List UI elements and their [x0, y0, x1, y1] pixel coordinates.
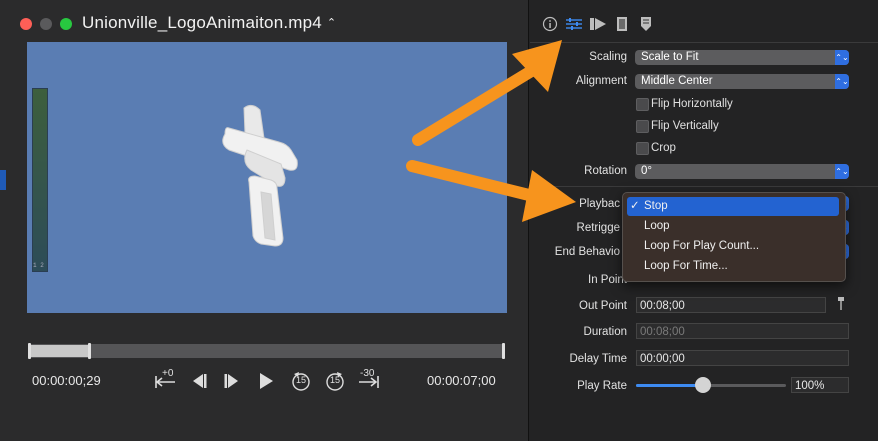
info-icon[interactable]: [540, 14, 560, 34]
rotation-label: Rotation: [584, 165, 627, 177]
in-point-handle[interactable]: [28, 343, 31, 359]
play-icon: [260, 373, 273, 389]
timeline-scrubber[interactable]: [28, 344, 505, 358]
alignment-select[interactable]: Middle Center ⌃⌄: [635, 74, 849, 89]
crop-label: Crop: [651, 142, 676, 154]
checkmark-icon: ✓: [630, 200, 640, 212]
scaling-select[interactable]: Scale to Fit ⌃⌄: [635, 50, 849, 65]
window-title[interactable]: Unionville_LogoAnimaiton.mp4 ⌃: [82, 13, 336, 33]
rotation-select[interactable]: 0° ⌃⌄: [635, 164, 849, 179]
play-rate-slider-knob[interactable]: [695, 377, 711, 393]
flip-horizontally-label: Flip Horizontally: [651, 98, 733, 110]
inspector-divider-mid: [530, 186, 878, 187]
skip-forward-button[interactable]: 15: [324, 370, 346, 392]
crop-checkbox[interactable]: [636, 142, 649, 155]
logo-render: [222, 104, 298, 247]
menu-item-loop-for-play-count[interactable]: Loop For Play Count...: [627, 237, 839, 256]
app-window: Unionville_LogoAnimaiton.mp4 ⌃ 1 2 00:00…: [0, 0, 878, 441]
skip-forward-label: 15: [330, 375, 341, 385]
delay-time-label: Delay Time: [569, 353, 627, 365]
step-forward-icon: [224, 374, 238, 388]
duration-label: Duration: [583, 326, 627, 338]
bookmark-icon[interactable]: [636, 14, 656, 34]
end-behavior-label: End Behavio: [554, 246, 620, 258]
skip-back-label: 15: [296, 375, 307, 385]
jump-back-button[interactable]: -30: [356, 368, 382, 392]
chevron-updown-icon: ⌃⌄: [835, 164, 849, 179]
retrigger-label: Retrigge: [576, 222, 620, 234]
inspector-tab-bar: [540, 14, 656, 34]
sliders-icon[interactable]: [564, 14, 584, 34]
menu-item-loop[interactable]: Loop: [627, 217, 839, 236]
background-window-edge: [0, 170, 6, 190]
alignment-label: Alignment: [575, 75, 627, 87]
skip-back-button[interactable]: 15: [290, 370, 312, 392]
audio-level-meter: [32, 88, 48, 272]
minimize-button[interactable]: [40, 18, 52, 30]
current-timecode: 00:00:00;29: [32, 373, 101, 388]
play-rate-label: Play Rate: [577, 380, 627, 392]
chevron-updown-icon: ⌃⌄: [835, 50, 849, 65]
scaling-label: Scaling: [589, 51, 627, 63]
menu-item-label: Loop: [644, 220, 670, 232]
play-button[interactable]: [256, 370, 276, 392]
timeline-played-region: [30, 345, 90, 357]
play-rate-field[interactable]: 100%: [791, 377, 849, 393]
playhead-handle[interactable]: [88, 343, 91, 359]
audio-meter-label: 1 2: [33, 262, 44, 269]
jump-back-label: -30: [360, 368, 375, 379]
out-point-label: Out Point: [579, 300, 627, 312]
menu-item-label: Loop For Play Count...: [644, 240, 760, 252]
unionville-logo-shape: [222, 104, 298, 247]
playback-label: Playbac: [579, 198, 620, 210]
close-button[interactable]: [20, 18, 32, 30]
window-title-text: Unionville_LogoAnimaiton.mp4: [82, 13, 322, 32]
delay-time-field[interactable]: 00:00;00: [636, 350, 849, 366]
flip-horizontally-checkbox[interactable]: [636, 98, 649, 111]
menu-item-label: Stop: [644, 200, 668, 212]
previous-frame-button[interactable]: [189, 370, 209, 392]
play-flag-icon[interactable]: [588, 14, 608, 34]
menu-item-label: Loop For Time...: [644, 260, 728, 272]
flip-vertically-checkbox[interactable]: [636, 120, 649, 133]
out-point-handle[interactable]: [502, 343, 505, 359]
title-chevron-icon[interactable]: ⌃: [327, 17, 336, 29]
in-point-label: In Point: [588, 274, 627, 286]
duration-timecode: 00:00:07;00: [427, 373, 496, 388]
inspector-divider-top: [530, 42, 878, 43]
chevron-updown-icon: ⌃⌄: [835, 74, 849, 89]
step-back-icon: [193, 374, 207, 388]
film-icon[interactable]: [612, 14, 632, 34]
play-rate-slider-fill: [636, 384, 702, 387]
zoom-button[interactable]: [60, 18, 72, 30]
alignment-value: Middle Center: [641, 75, 713, 87]
next-frame-button[interactable]: [222, 370, 242, 392]
pin-icon[interactable]: [836, 297, 846, 311]
rotation-value: 0°: [641, 165, 652, 177]
video-preview[interactable]: [27, 42, 507, 313]
playback-dropdown-menu: ✓ Stop Loop Loop For Play Count... Loop …: [622, 192, 846, 282]
duration-field: 00:08;00: [636, 323, 849, 339]
menu-item-loop-for-time[interactable]: Loop For Time...: [627, 257, 839, 276]
menu-item-stop[interactable]: ✓ Stop: [627, 197, 839, 216]
flip-vertically-label: Flip Vertically: [651, 120, 719, 132]
scaling-value: Scale to Fit: [641, 51, 699, 63]
add-marker-label: +0: [162, 368, 174, 379]
out-point-field[interactable]: 00:08;00: [636, 297, 826, 313]
add-marker-button[interactable]: +0: [153, 368, 179, 392]
